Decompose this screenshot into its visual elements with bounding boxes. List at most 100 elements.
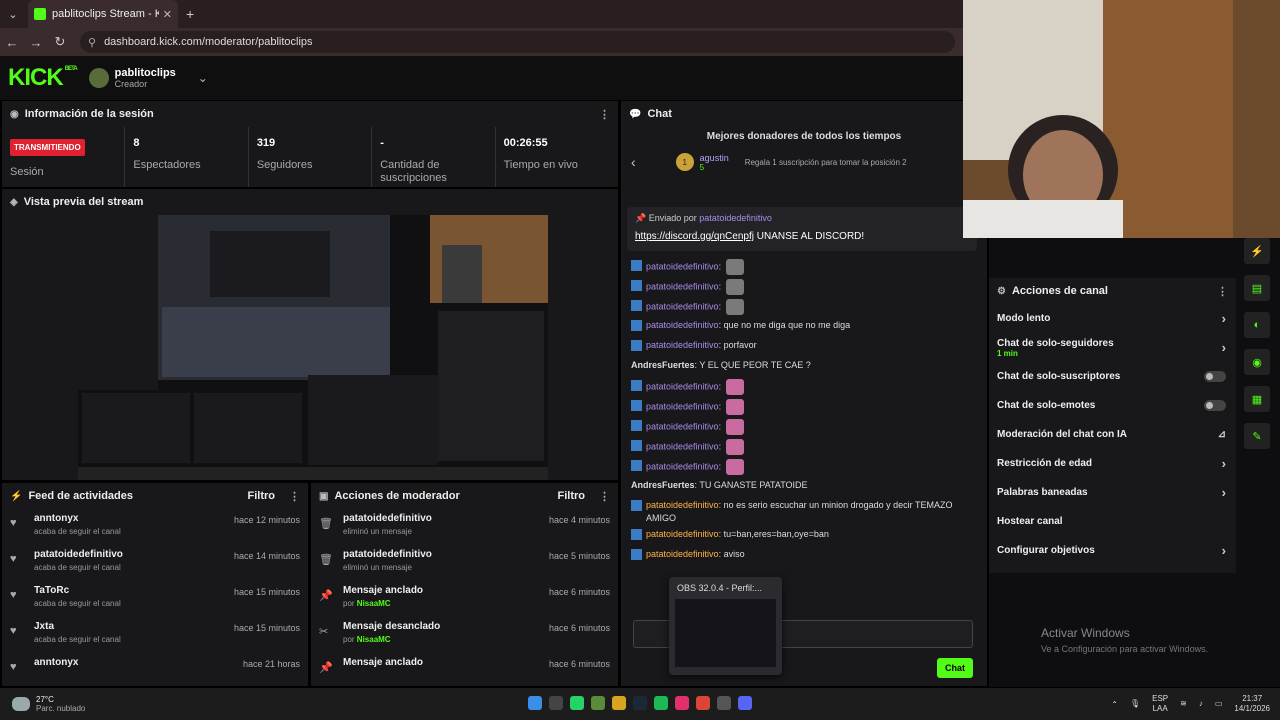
channel-action-item[interactable]: Hostear canal: [989, 507, 1236, 536]
more-options-icon[interactable]: ⋮: [599, 490, 610, 503]
chevron-up-icon[interactable]: ⌃: [1111, 700, 1118, 709]
channel-action-item[interactable]: Moderación del chat con IA ⊿: [989, 420, 1236, 449]
weather-widget[interactable]: 27°C Parc. nublado: [12, 695, 85, 713]
forward-icon[interactable]: →: [24, 35, 48, 50]
back-icon[interactable]: ←: [0, 35, 24, 50]
list-item[interactable]: ♥ anntonyx acaba de seguir el canal hace …: [2, 509, 308, 545]
chat-message[interactable]: patatoidedefinitivo:: [631, 376, 981, 396]
chat-message[interactable]: patatoidedefinitivo:: [631, 416, 981, 436]
chat-message[interactable]: AndresFuertes: TU GANASTE PATATOIDE: [631, 476, 981, 496]
list-item[interactable]: 🗑 patatoidedefinitivo eliminó un mensaje …: [311, 509, 618, 545]
folder-icon[interactable]: [612, 696, 626, 710]
channel-action-item[interactable]: Chat de solo-emotes: [989, 391, 1236, 420]
chat-username[interactable]: AndresFuertes: [631, 360, 695, 370]
channel-action-item[interactable]: Configurar objetivos ›: [989, 536, 1236, 565]
document-icon[interactable]: ▤: [1244, 275, 1270, 301]
channel-action-item[interactable]: Chat de solo-suscriptores: [989, 362, 1236, 391]
list-item[interactable]: 🗑 patatoidedefinitivo eliminó un mensaje …: [311, 545, 618, 581]
list-item[interactable]: 📌 Mensaje anclado hace 6 minutos: [311, 653, 618, 689]
language-indicator[interactable]: ESP LAA: [1152, 694, 1168, 714]
channel-action-item[interactable]: Palabras baneadas ›: [989, 478, 1236, 507]
wifi-icon[interactable]: ≋: [1180, 699, 1187, 709]
monitor-icon[interactable]: ▦: [1244, 386, 1270, 412]
chat-message[interactable]: AndresFuertes: Y EL QUE PEOR TE CAE ?: [631, 356, 981, 376]
list-item[interactable]: ♥ patatoidedefinitivo acaba de seguir el …: [2, 545, 308, 581]
search-icon[interactable]: [549, 696, 563, 710]
chat-username[interactable]: patatoidedefinitivo: [646, 529, 719, 539]
toggle-switch[interactable]: [1204, 400, 1226, 411]
list-item[interactable]: 📌 Mensaje anclado por NisaaMC hace 6 minu…: [311, 581, 618, 617]
volume-icon[interactable]: ♪: [1199, 699, 1203, 709]
reload-icon[interactable]: ↻: [48, 34, 72, 50]
chat-username[interactable]: patatoidedefinitivo: [646, 441, 719, 451]
more-options-icon[interactable]: ⋮: [289, 490, 300, 503]
chat-username[interactable]: patatoidedefinitivo: [646, 461, 719, 471]
chat-message[interactable]: patatoidedefinitivo: aviso: [631, 545, 981, 565]
microphone-icon[interactable]: 🎙: [1130, 699, 1140, 709]
donor-name[interactable]: agustin: [700, 153, 729, 163]
chevron-left-icon[interactable]: ‹: [631, 154, 636, 170]
channel-action-item[interactable]: Modo lento ›: [989, 304, 1236, 333]
list-item[interactable]: ✂ Mensaje desanclado por NisaaMC hace 6 m…: [311, 617, 618, 653]
chat-message[interactable]: patatoidedefinitivo:: [631, 436, 981, 456]
stream-preview-video[interactable]: [78, 215, 548, 480]
obs-icon[interactable]: [717, 696, 731, 710]
chat-username[interactable]: patatoidedefinitivo: [646, 261, 719, 271]
chat-message[interactable]: patatoidedefinitivo:: [631, 396, 981, 416]
chat-username[interactable]: patatoidedefinitivo: [646, 500, 719, 510]
more-options-icon[interactable]: ⋮: [1217, 285, 1228, 298]
lightning-icon[interactable]: ⚡: [1244, 238, 1270, 264]
discord-icon[interactable]: [738, 696, 752, 710]
toggle-switch[interactable]: [1204, 371, 1226, 382]
instagram-icon[interactable]: [675, 696, 689, 710]
pinned-message[interactable]: 📌 Enviado por patatoidedefinitivo https:…: [627, 207, 977, 251]
chat-message[interactable]: patatoidedefinitivo:: [631, 256, 981, 276]
filter-button[interactable]: Filtro: [248, 490, 276, 502]
chat-message[interactable]: patatoidedefinitivo: tu=ban,eres=ban,oye…: [631, 525, 981, 545]
site-info-icon[interactable]: ⚲: [88, 36, 96, 49]
start-icon[interactable]: [528, 696, 542, 710]
chat-username[interactable]: patatoidedefinitivo: [646, 301, 719, 311]
channel-action-item[interactable]: Chat de solo-seguidores 1 min ›: [989, 333, 1236, 362]
chat-username[interactable]: AndresFuertes: [631, 480, 695, 490]
pinned-user[interactable]: patatoidedefinitivo: [699, 213, 772, 223]
item-user[interactable]: NisaaMC: [357, 599, 391, 608]
chevron-down-icon[interactable]: ⌄: [198, 71, 208, 85]
list-item[interactable]: ♥ Jxta acaba de seguir el canal hace 15 m…: [2, 617, 308, 653]
channel-action-item[interactable]: Restricción de edad ›: [989, 449, 1236, 478]
chat-message[interactable]: patatoidedefinitivo: que no me diga que …: [631, 316, 981, 336]
item-user[interactable]: NisaaMC: [357, 635, 391, 644]
list-item[interactable]: ♥ anntonyx hace 21 horas: [2, 653, 308, 689]
chrome-icon[interactable]: [696, 696, 710, 710]
wrench-icon[interactable]: ✎: [1244, 423, 1270, 449]
chat-username[interactable]: patatoidedefinitivo: [646, 381, 719, 391]
battery-icon[interactable]: ▭: [1215, 699, 1223, 709]
chat-message[interactable]: patatoidedefinitivo:: [631, 296, 981, 316]
minecraft-icon[interactable]: [591, 696, 605, 710]
whatsapp-icon[interactable]: [570, 696, 584, 710]
url-field[interactable]: ⚲ dashboard.kick.com/moderator/pablitocl…: [80, 31, 955, 53]
list-item[interactable]: ♥ TaToRc acaba de seguir el canal hace 15…: [2, 581, 308, 617]
chat-message[interactable]: patatoidedefinitivo:: [631, 456, 981, 476]
chat-message[interactable]: patatoidedefinitivo:: [631, 276, 981, 296]
chat-message[interactable]: patatoidedefinitivo: porfavor: [631, 336, 981, 356]
chat-message[interactable]: patatoidedefinitivo: no es serio escucha…: [631, 496, 981, 525]
close-tab-icon[interactable]: ✕: [163, 8, 172, 21]
clock[interactable]: 21:37 14/1/2026: [1234, 694, 1270, 714]
tab-menu-icon[interactable]: ⌄: [0, 8, 26, 21]
more-options-icon[interactable]: ⋮: [599, 108, 610, 121]
chat-icon[interactable]: ◐: [1244, 312, 1270, 338]
chat-username[interactable]: patatoidedefinitivo: [646, 340, 719, 350]
send-chat-button[interactable]: Chat: [937, 658, 973, 678]
spotify-icon[interactable]: [654, 696, 668, 710]
chat-username[interactable]: patatoidedefinitivo: [646, 401, 719, 411]
broadcast-icon[interactable]: ◉: [1244, 349, 1270, 375]
chat-username[interactable]: patatoidedefinitivo: [646, 320, 719, 330]
chat-username[interactable]: patatoidedefinitivo: [646, 421, 719, 431]
browser-tab[interactable]: pablitoclips Stream - Kick Dashb ✕: [28, 0, 178, 28]
chat-username[interactable]: patatoidedefinitivo: [646, 281, 719, 291]
new-tab-icon[interactable]: +: [186, 6, 194, 22]
filter-button[interactable]: Filtro: [558, 490, 586, 502]
discord-link[interactable]: https://discord.gg/qnCenpfj: [635, 231, 754, 242]
channel-selector[interactable]: pablitoclips Creador ⌄: [88, 67, 208, 89]
